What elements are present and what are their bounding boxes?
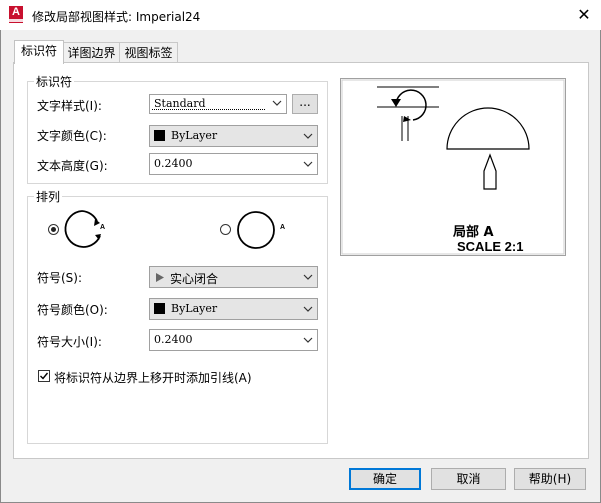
symbol-color-combo[interactable]: ByLayer <box>149 298 318 320</box>
preview-scale-label: SCALE 2:1 <box>457 239 524 254</box>
circle-icon <box>237 211 275 249</box>
chevron-down-icon <box>303 274 313 280</box>
arrangement-radio-plain[interactable] <box>220 224 231 235</box>
title-bar: A 修改局部视图样式: Imperial24 ✕ <box>0 0 601 30</box>
cancel-button[interactable]: 取消 <box>431 468 506 490</box>
text-color-value: ByLayer <box>171 129 218 142</box>
option2-letter: A <box>280 224 286 231</box>
browse-button[interactable]: ... <box>292 94 318 114</box>
checkmark-icon <box>40 372 49 380</box>
arrangement-group-title: 排列 <box>34 188 63 205</box>
tab-detail-boundary[interactable]: 详图边界 <box>63 42 120 63</box>
symbol-combo[interactable]: 实心闭合 <box>149 266 318 288</box>
tab-identifier[interactable]: 标识符 <box>14 40 64 64</box>
text-height-combo[interactable]: 0.2400 <box>149 153 318 175</box>
symbol-size-value: 0.2400 <box>154 333 193 346</box>
symbol-size-label: 符号大小(I): <box>37 335 102 349</box>
option1-letter: A <box>100 224 106 231</box>
help-button[interactable]: 帮助(H) <box>514 468 586 490</box>
color-swatch <box>154 130 165 141</box>
leader-checkbox[interactable] <box>38 370 50 382</box>
window-title: 修改局部视图样式: Imperial24 <box>32 10 201 24</box>
symbol-value: 实心闭合 <box>170 272 219 286</box>
text-style-label: 文字样式(I): <box>37 99 102 113</box>
chevron-down-icon <box>303 161 313 167</box>
chevron-down-icon <box>303 337 313 343</box>
color-swatch <box>154 303 165 314</box>
chevron-down-icon <box>303 133 313 139</box>
text-height-label: 文本高度(G): <box>37 159 108 173</box>
text-height-value: 0.2400 <box>154 157 193 170</box>
text-color-label: 文字颜色(C): <box>37 129 107 143</box>
tab-view-label[interactable]: 视图标签 <box>119 42 178 63</box>
symbol-color-value: ByLayer <box>171 302 218 315</box>
close-icon[interactable]: ✕ <box>574 5 594 25</box>
symbol-color-label: 符号颜色(O): <box>37 303 108 317</box>
chevron-down-icon <box>303 306 313 312</box>
chevron-down-icon <box>272 100 282 106</box>
preview-pane: 局部 A SCALE 2:1 <box>340 78 566 256</box>
ok-button[interactable]: 确定 <box>349 468 421 490</box>
text-color-combo[interactable]: ByLayer <box>149 125 318 147</box>
arrangement-radio-leader[interactable] <box>48 224 59 235</box>
symbol-size-combo[interactable]: 0.2400 <box>149 329 318 351</box>
text-style-combo[interactable]: Standard <box>149 94 287 114</box>
symbol-label: 符号(S): <box>37 271 83 285</box>
preview-view-label: 局部 A <box>453 225 494 240</box>
autocad-app-icon: A <box>9 6 23 23</box>
identifier-group-title: 标识符 <box>34 73 75 90</box>
closed-filled-arrow-icon <box>156 273 164 282</box>
focus-underline <box>152 109 265 110</box>
leader-checkbox-label[interactable]: 将标识符从边界上移开时添加引线(A) <box>54 369 252 386</box>
